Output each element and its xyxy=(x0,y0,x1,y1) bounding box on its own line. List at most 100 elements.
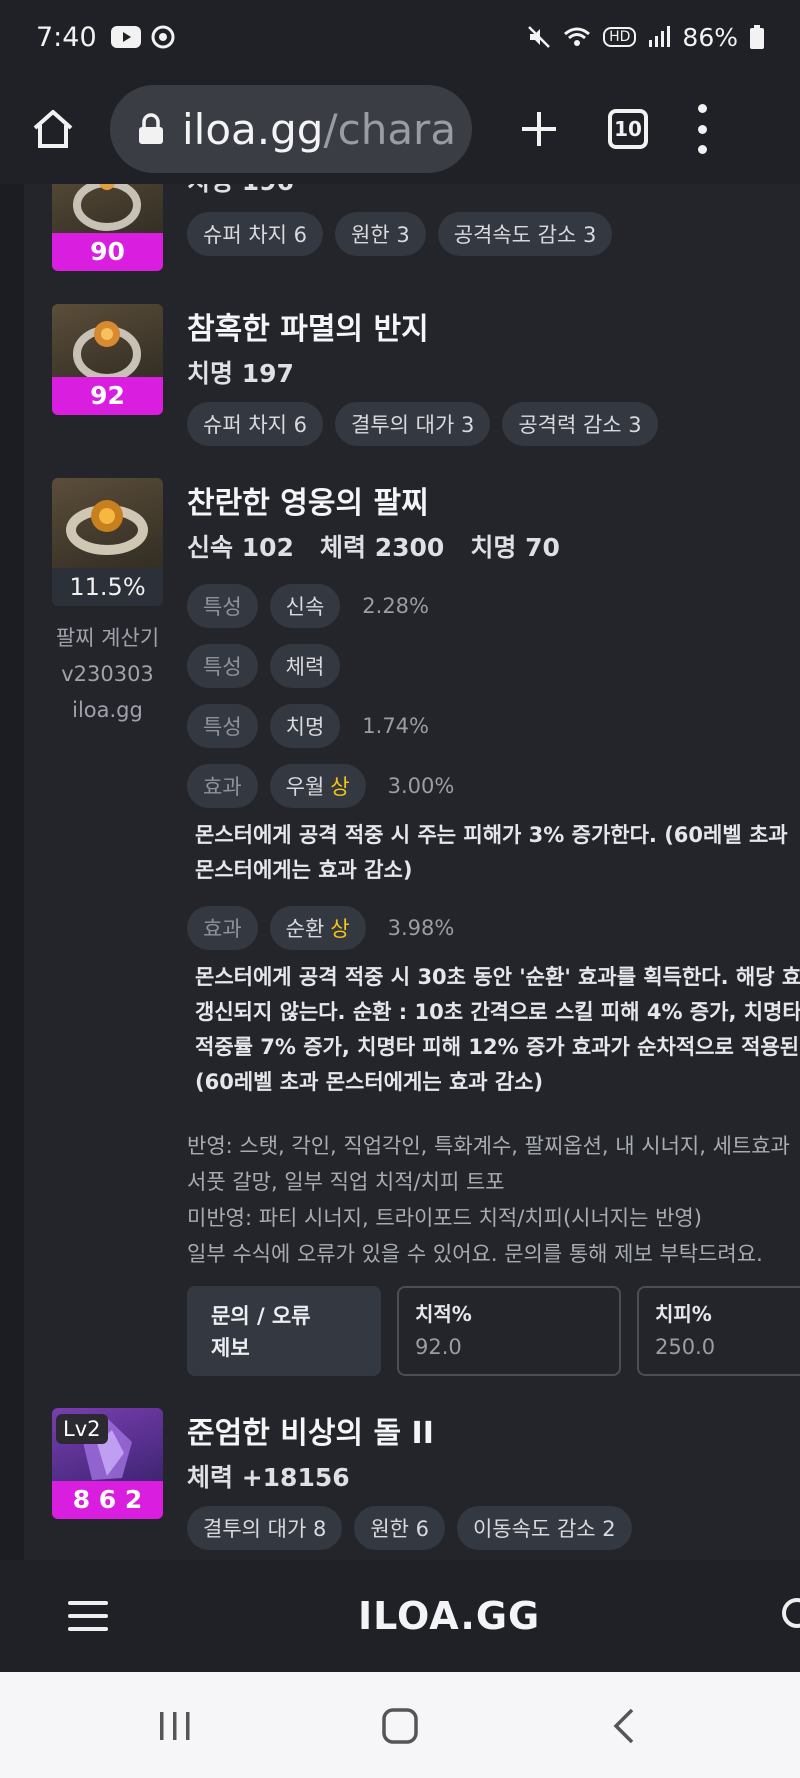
hamburger-menu-button[interactable] xyxy=(68,1601,108,1631)
engraving-chip: 결투의 대가 3 xyxy=(335,402,491,446)
option-type-chip: 특성 xyxy=(187,704,258,748)
url-host: iloa.gg xyxy=(182,104,324,154)
tab-count: 10 xyxy=(614,117,642,141)
option-description: 몬스터에게 공격 적중 시 30초 동안 '순환' 효과를 획득한다. 해당 효… xyxy=(195,960,800,1100)
ring-thumbnail: 92 xyxy=(52,304,163,415)
engraving-chip: 공격속도 감소 3 xyxy=(437,212,613,256)
report-button-line: 문의 / 오류 xyxy=(211,1304,311,1328)
hd-badge: HD xyxy=(603,27,637,47)
tab-switcher-button[interactable]: 10 xyxy=(608,109,648,149)
item-title: 참혹한 파멸의 반지 xyxy=(187,312,429,347)
more-dot-icon xyxy=(697,124,707,134)
status-bar: 7:40 HD 86% xyxy=(0,0,800,74)
status-time: 7:40 xyxy=(36,21,97,53)
crit-damage-label: 치피% xyxy=(655,1302,712,1326)
address-bar[interactable]: iloa.gg/chara xyxy=(110,85,472,173)
page-content: 90 치명 196 슈퍼 차지 6 원한 3 공격속도 감소 3 92 참혹한 … xyxy=(0,184,800,1560)
crit-rate-field: 치적% xyxy=(397,1286,621,1376)
stone-roll-badge: 8 6 2 xyxy=(52,1481,163,1519)
report-button-line: 제보 xyxy=(211,1336,250,1360)
back-icon[interactable] xyxy=(612,1708,636,1744)
option-type-chip: 효과 xyxy=(187,764,258,808)
ring-thumbnail: 90 xyxy=(52,184,163,271)
option-grade: 상 xyxy=(330,917,350,941)
crit-damage-input[interactable] xyxy=(655,1335,800,1359)
bracelet-option-row: 특성 신속 2.28% xyxy=(187,584,800,628)
crit-damage-field: 치피% xyxy=(637,1286,800,1376)
bracelet-options: 특성 신속 2.28% 특성 체력 특성 치명 1.74% 효과 우월 상 3.0… xyxy=(187,584,800,1100)
bracelet-option-row: 효과 순환 상 3.98% xyxy=(187,906,800,950)
option-name-chip: 우월 상 xyxy=(269,764,366,808)
stone-title: 준엄한 비상의 돌 II xyxy=(187,1416,434,1451)
signal-icon xyxy=(649,26,671,47)
more-menu-button[interactable] xyxy=(692,104,712,154)
option-grade: 상 xyxy=(330,775,350,799)
option-name-chip: 치명 xyxy=(269,704,341,748)
description-line: 몬스터에게 공격 적중 시 30초 동안 '순환' 효과를 획득한다. 해당 효 xyxy=(195,965,800,989)
plus-icon xyxy=(522,112,556,146)
engraving-chip: 원한 3 xyxy=(335,212,426,256)
android-navigation-bar xyxy=(0,1672,800,1778)
option-type-chip: 특성 xyxy=(187,644,258,688)
calculator-form: 문의 / 오류 제보 치적% 치피% xyxy=(187,1286,800,1376)
home-nav-icon[interactable] xyxy=(382,1708,418,1744)
lock-icon xyxy=(138,113,164,145)
mute-icon xyxy=(528,26,550,48)
note-line: 일부 수식에 오류가 있을 수 있어요. 문의를 통해 제보 부탁드려요. xyxy=(187,1242,763,1266)
stone-thumbnail: Lv2 8 6 2 xyxy=(52,1408,163,1519)
engraving-list: 슈퍼 차지 6 원한 3 공격속도 감소 3 xyxy=(187,212,613,256)
option-name-chip: 신속 xyxy=(269,584,341,628)
engraving-chip: 슈퍼 차지 6 xyxy=(187,402,323,446)
calculation-notes: 반영: 스탯, 각인, 직업각인, 특화계수, 팔찌옵션, 내 시너지, 세트효… xyxy=(187,1128,800,1272)
menu-line-icon xyxy=(68,1627,108,1631)
url-path: /chara xyxy=(323,104,457,154)
new-tab-button[interactable] xyxy=(514,104,564,154)
option-name: 순환 xyxy=(285,917,325,941)
menu-line-icon xyxy=(68,1614,108,1618)
item-stats: 치명 197 xyxy=(187,359,294,388)
engraving-chip: 공격력 감소 3 xyxy=(502,402,658,446)
crit-rate-label: 치적% xyxy=(415,1302,472,1326)
bracelet-thumbnail: 11.5% xyxy=(52,478,163,606)
option-percent: 1.74% xyxy=(362,714,429,738)
menu-line-icon xyxy=(68,1601,108,1605)
site-logo[interactable]: ILOA.GG xyxy=(358,1594,540,1638)
option-percent: 3.98% xyxy=(387,916,455,940)
calc-label-line: 팔찌 계산기 xyxy=(55,626,160,650)
option-name: 우월 xyxy=(285,775,325,799)
stone-stats: 체력 +18156 xyxy=(187,1463,350,1492)
calc-version: v230303 xyxy=(61,662,154,686)
description-line: 몬스터에게는 효과 감소) xyxy=(195,858,413,882)
crit-rate-input[interactable] xyxy=(415,1335,603,1359)
option-description: 몬스터에게 공격 적중 시 주는 피해가 3% 증가한다. (60레벨 초과 몬… xyxy=(195,818,800,888)
site-bottom-nav: ILOA.GG xyxy=(0,1560,800,1672)
option-type-chip: 효과 xyxy=(187,906,258,950)
wifi-icon xyxy=(564,27,591,46)
description-line: 몬스터에게 공격 적중 시 주는 피해가 3% 증가한다. (60레벨 초과 xyxy=(195,823,788,847)
engraving-chip: 이동속도 감소 2 xyxy=(457,1506,632,1550)
bracelet-option-row: 효과 우월 상 3.00% xyxy=(187,764,800,808)
recent-apps-icon[interactable] xyxy=(158,1710,192,1742)
engraving-chip: 결투의 대가 8 xyxy=(187,1506,343,1550)
option-type-chip: 특성 xyxy=(187,584,258,628)
quality-badge: 90 xyxy=(52,233,163,271)
search-icon[interactable] xyxy=(782,1598,800,1628)
note-line: 미반영: 파티 시너지, 트라이포드 치적/치피(시너지는 반영) xyxy=(187,1206,702,1230)
bracelet-title: 찬란한 영웅의 팔찌 xyxy=(187,486,429,521)
bracelet-option-row: 특성 체력 xyxy=(187,644,800,688)
battery-percent: 86% xyxy=(682,22,738,52)
home-button[interactable] xyxy=(26,102,80,156)
stone-level-badge: Lv2 xyxy=(56,1414,108,1444)
battery-icon xyxy=(750,25,764,49)
report-error-button[interactable]: 문의 / 오류 제보 xyxy=(187,1286,381,1376)
note-line: 서풋 갈망, 일부 직업 치적/치피 트포 xyxy=(187,1170,505,1194)
browser-toolbar: iloa.gg/chara 10 xyxy=(0,74,800,184)
description-line: 갱신되지 않는다. 순환 : 10초 간격으로 스킬 피해 4% 증가, 치명타 xyxy=(195,1000,800,1024)
calc-site: iloa.gg xyxy=(72,698,143,722)
engraving-list: 슈퍼 차지 6 결투의 대가 3 공격력 감소 3 xyxy=(187,402,658,446)
description-line: 적중률 7% 증가, 치명타 피해 12% 증가 효과가 순차적으로 적용된 xyxy=(195,1035,800,1059)
engraving-list: 결투의 대가 8 원한 6 이동속도 감소 2 xyxy=(187,1506,632,1550)
bracelet-score-badge: 11.5% xyxy=(52,568,163,606)
bracelet-icon xyxy=(66,500,148,555)
aperture-icon xyxy=(151,25,175,49)
